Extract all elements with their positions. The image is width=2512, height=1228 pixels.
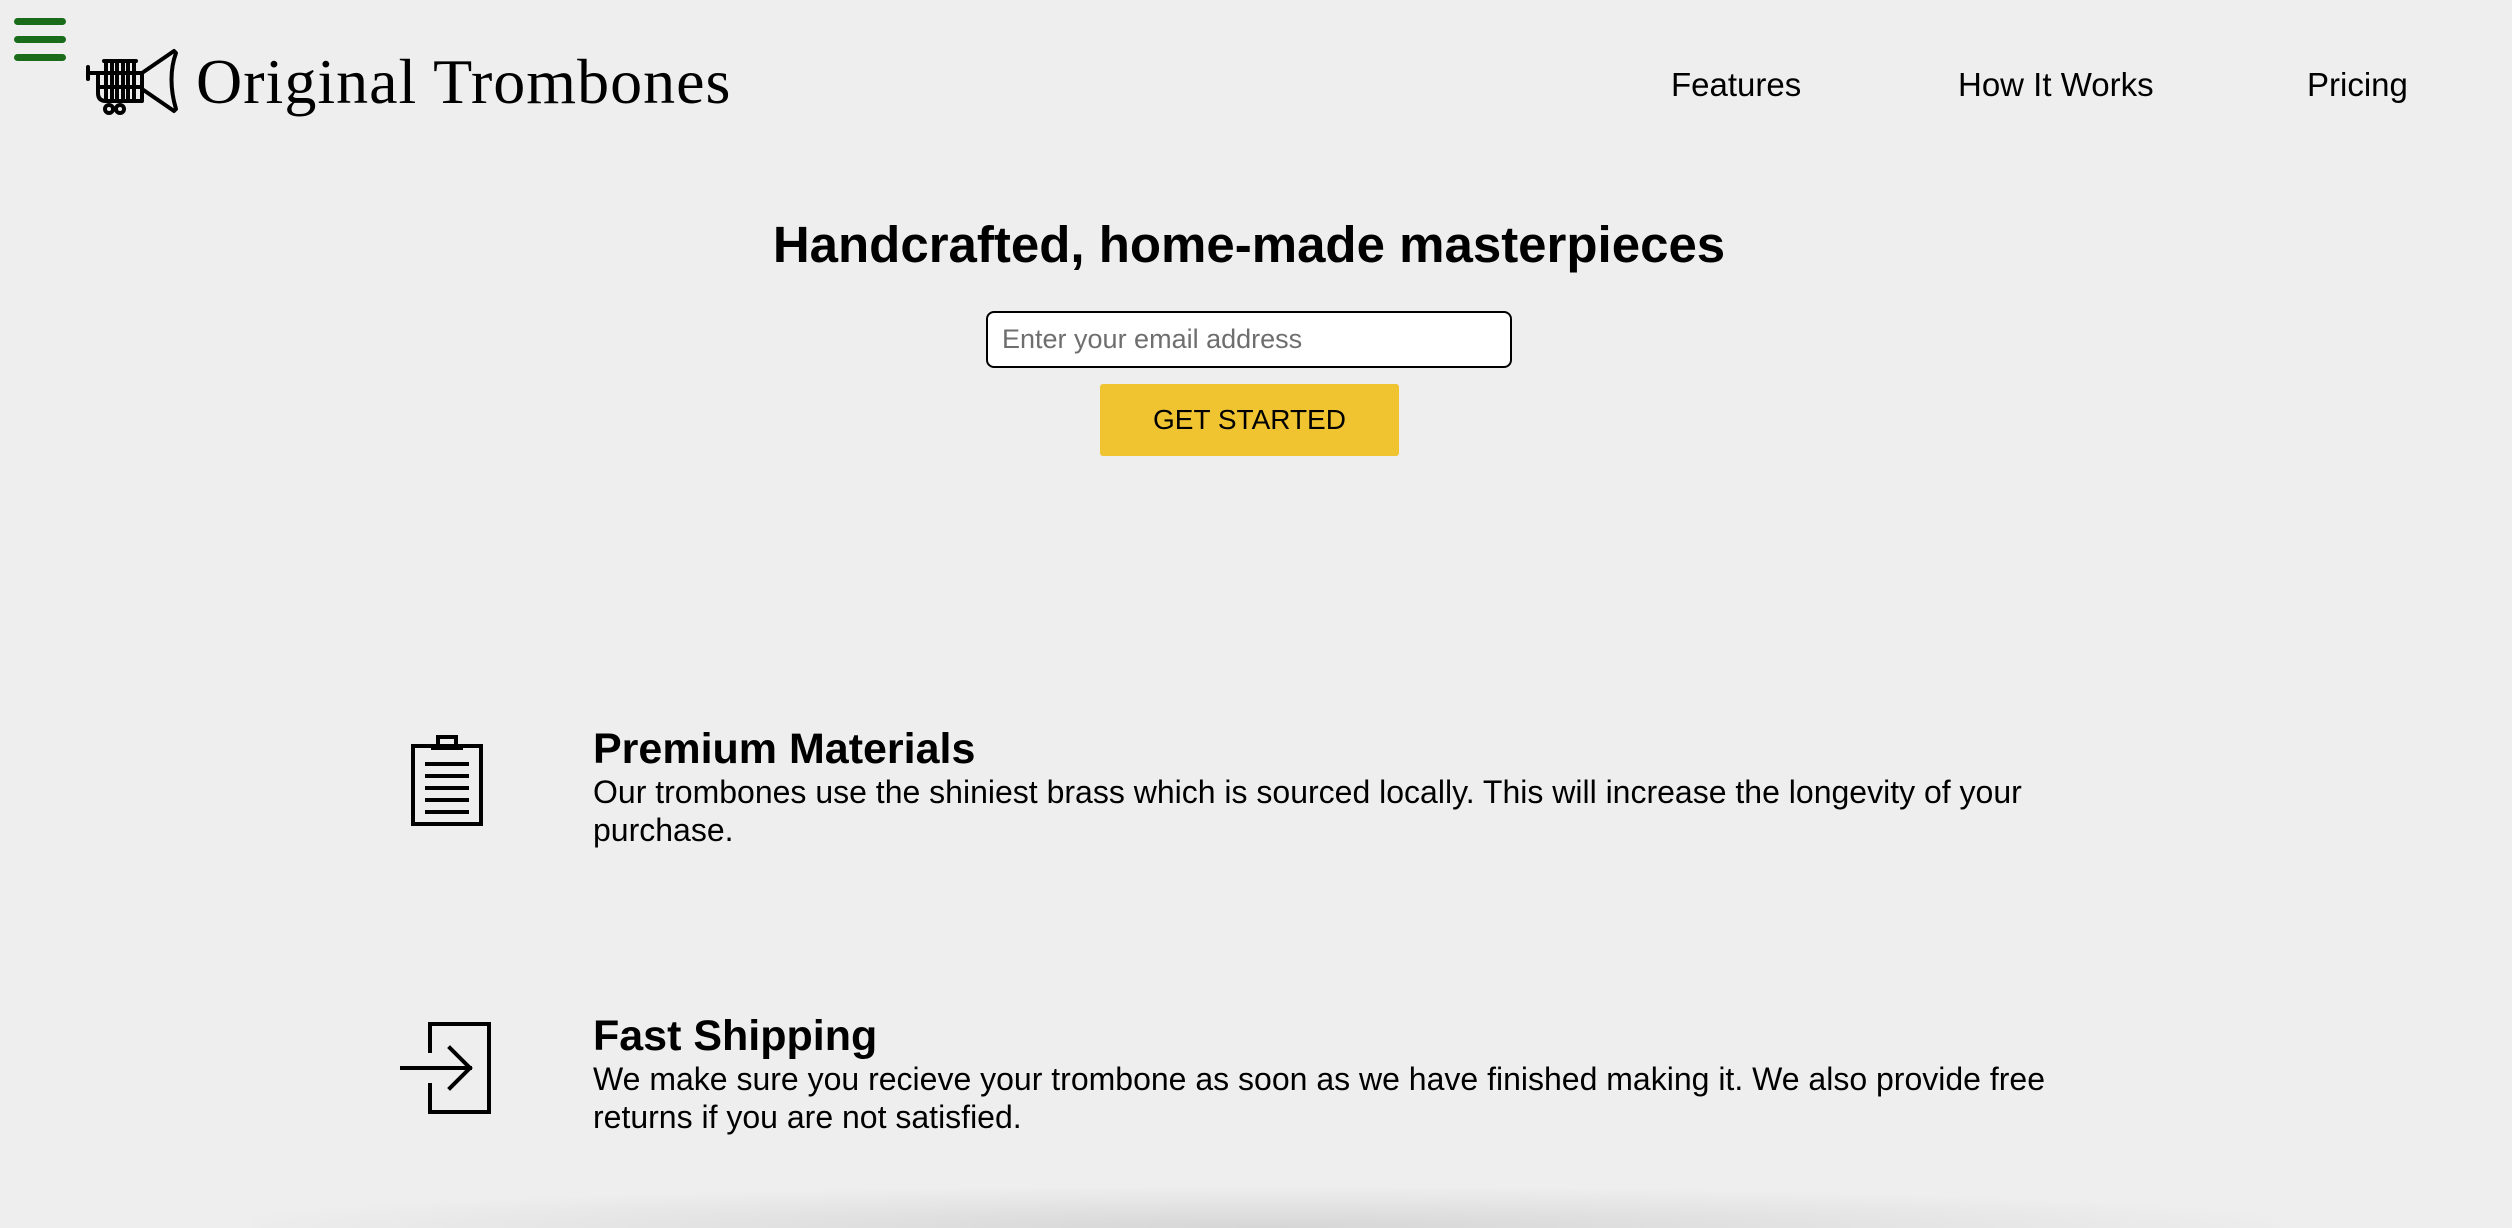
menu-bar <box>14 18 66 25</box>
feature-title: Fast Shipping <box>593 1012 878 1060</box>
get-started-button[interactable]: GET STARTED <box>1100 384 1399 456</box>
email-input[interactable] <box>986 311 1512 368</box>
feature-description: We make sure you recieve your trombone a… <box>593 1061 2045 1136</box>
feature-title: Premium Materials <box>593 725 976 773</box>
sign-in-icon <box>400 1022 491 1114</box>
nav-link-pricing[interactable]: Pricing <box>2307 68 2408 101</box>
menu-bar <box>14 54 66 61</box>
site-logo[interactable]: Original Trombones <box>86 44 731 120</box>
brand-name: Original Trombones <box>196 46 732 117</box>
nav-link-how-it-works[interactable]: How It Works <box>1958 68 2154 101</box>
menu-bar <box>14 36 66 43</box>
clipboard-icon <box>411 735 483 826</box>
feature-description: Our trombones use the shiniest brass whi… <box>593 774 2022 849</box>
feature-item-premium-materials: Premium Materials Our trombones use the … <box>0 725 2512 866</box>
feature-item-fast-shipping: Fast Shipping We make sure you recieve y… <box>0 1012 2512 1153</box>
hero-title: Handcrafted, home-made masterpieces <box>772 216 1726 273</box>
section-divider-shadow <box>250 1188 2280 1228</box>
hamburger-menu-icon[interactable] <box>14 18 68 66</box>
trumpet-icon <box>86 49 178 115</box>
nav-link-features[interactable]: Features <box>1671 68 1801 101</box>
